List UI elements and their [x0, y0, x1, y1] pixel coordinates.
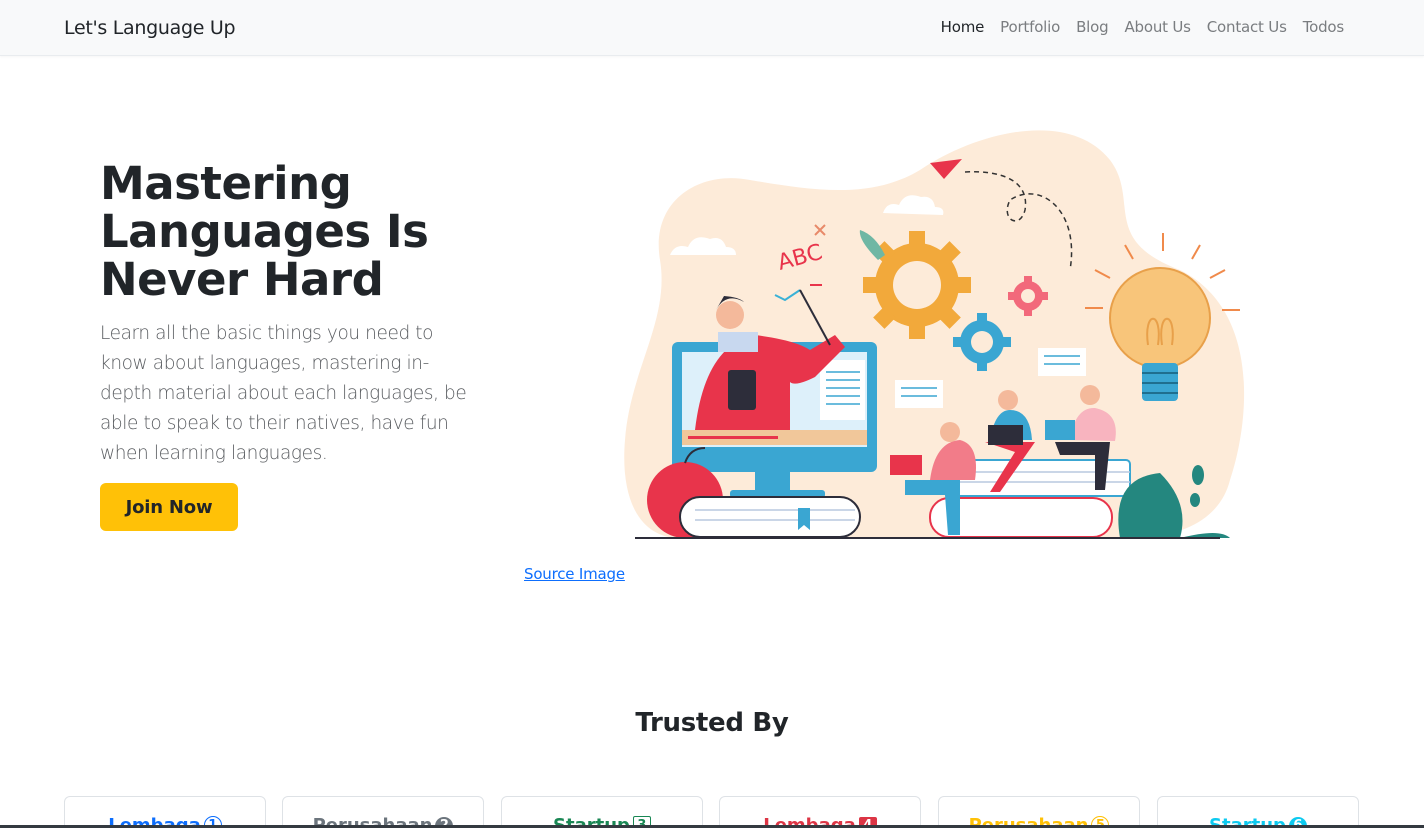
trusted-card[interactable]: Startup 3: [501, 796, 703, 828]
source-image-link[interactable]: Source Image: [524, 565, 625, 583]
nav-link-todos[interactable]: Todos: [1295, 18, 1352, 36]
speech-bubble-icon: [895, 380, 943, 408]
hero-title: Mastering Languages Is Never Hard: [100, 157, 429, 306]
nav-link-portfolio[interactable]: Portfolio: [992, 18, 1068, 36]
trusted-by-title: Trusted By: [635, 708, 789, 738]
nav-links: Home Portfolio Blog About Us Contact Us …: [933, 18, 1352, 36]
speech-bubble-icon: [1038, 348, 1086, 376]
hero-description: Learn all the basic things you need to k…: [100, 323, 467, 464]
trusted-card[interactable]: Lembaga 4: [719, 796, 921, 828]
hero-illustration: ABC: [624, 130, 1245, 539]
nav-link-home[interactable]: Home: [933, 18, 993, 36]
nav-link-blog[interactable]: Blog: [1068, 18, 1116, 36]
trusted-card[interactable]: Perusahaan 5: [938, 796, 1140, 828]
navbar: Let's Language Up Home Portfolio Blog Ab…: [0, 0, 1424, 56]
join-now-button[interactable]: Join Now: [100, 483, 238, 531]
trusted-card[interactable]: Startup 6: [1157, 796, 1359, 828]
trusted-card[interactable]: Lembaga 1: [64, 796, 266, 828]
brand-logo[interactable]: Let's Language Up: [64, 17, 236, 39]
trusted-card[interactable]: Perusahaan 2: [282, 796, 484, 828]
trusted-cards: Lembaga 1 Perusahaan 2 Startup 3 Lembaga 4 Perus…: [64, 796, 1360, 828]
nav-link-contact-us[interactable]: Contact Us: [1199, 18, 1295, 36]
nav-link-about-us[interactable]: About Us: [1116, 18, 1198, 36]
